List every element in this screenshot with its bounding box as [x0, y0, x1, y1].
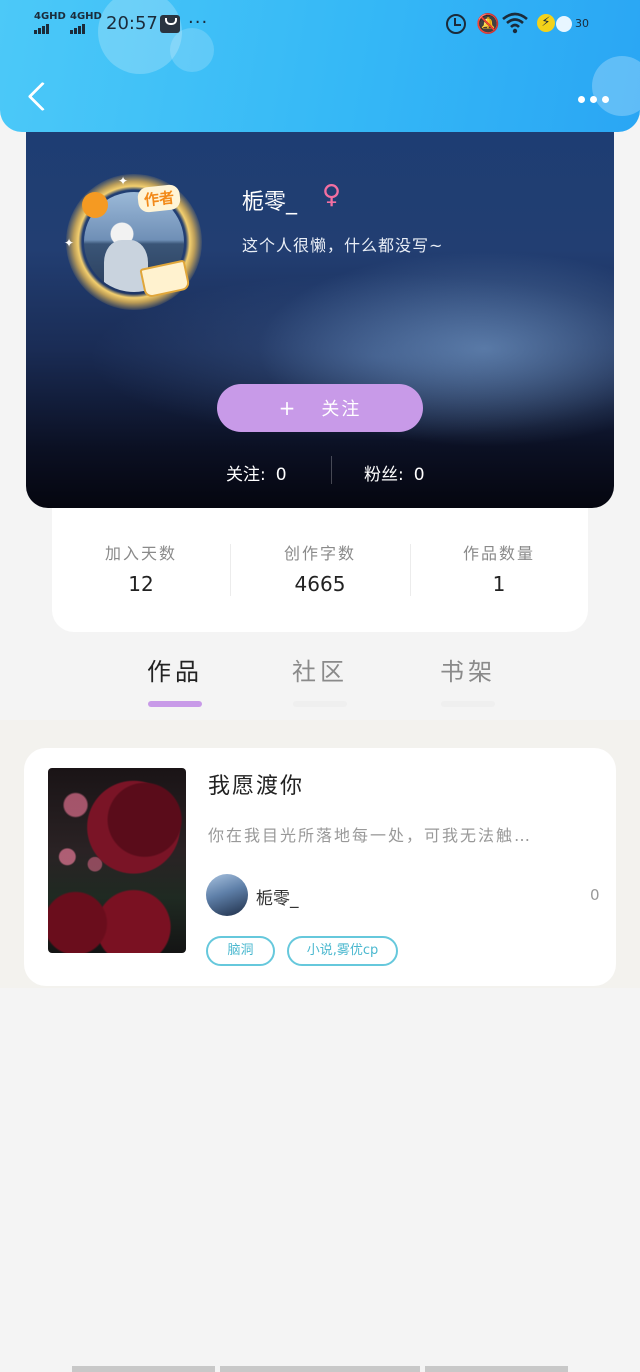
stat-value: 12 — [128, 572, 154, 596]
tab-bar: 作品 社区 书架 — [0, 640, 640, 720]
view-count: 0 — [590, 886, 600, 904]
stat-label: 加入天数 — [104, 544, 177, 563]
signal-indicator: 4GHD — [70, 12, 102, 34]
divider — [331, 456, 332, 484]
tab-community[interactable]: 社区 — [280, 652, 360, 707]
plus-icon: + — [278, 396, 298, 420]
username: 栀零_ — [242, 190, 298, 215]
stat-value: 1 — [492, 572, 506, 596]
tab-label: 社区 — [292, 658, 348, 686]
more-dot-icon — [578, 96, 585, 103]
nav-indicator[interactable] — [425, 1366, 568, 1372]
tab-indicator — [148, 701, 202, 707]
stat-join-days: 加入天数 12 — [52, 540, 230, 596]
top-header: 4GHD 4GHD 20:57 ··· 🔕 ⚡ 30 — [0, 0, 640, 132]
status-time: 20:57 — [106, 13, 158, 34]
badge-decoration — [82, 192, 108, 218]
following-count[interactable]: 关注: 0 — [226, 460, 287, 485]
tab-indicator — [441, 701, 495, 707]
battery-icon — [556, 16, 572, 32]
sparkle-icon: ✦ — [64, 236, 75, 250]
more-dot-icon — [590, 96, 597, 103]
tab-label: 书架 — [440, 658, 496, 686]
status-bar: 4GHD 4GHD 20:57 ··· 🔕 ⚡ 30 — [0, 0, 640, 50]
followers-label: 粉丝: — [364, 465, 404, 485]
stat-label: 创作字数 — [283, 544, 356, 563]
status-more: ··· — [188, 12, 209, 33]
stat-label: 作品数量 — [462, 544, 535, 563]
follow-label: 关注 — [321, 399, 362, 420]
back-button[interactable] — [20, 80, 56, 116]
bell-off-icon: 🔕 — [476, 13, 500, 35]
tag[interactable]: 脑洞 — [206, 936, 275, 966]
gender-female-icon: ♀ — [322, 180, 342, 210]
bottom-nav-bar — [0, 1366, 640, 1372]
author-avatar[interactable] — [206, 874, 248, 916]
nav-indicator[interactable] — [220, 1366, 420, 1372]
tag[interactable]: 小说,雾优cp — [287, 936, 398, 966]
signal-label: 4GHD — [34, 11, 66, 22]
tab-label: 作品 — [147, 658, 203, 686]
author-badge: 作者 — [136, 183, 182, 214]
stats-card: 加入天数 12 创作字数 4665 作品数量 1 — [52, 508, 588, 632]
signal-label: 4GHD — [70, 11, 102, 22]
more-dot-icon — [602, 96, 609, 103]
book-title[interactable]: 我愿渡你 — [208, 768, 304, 800]
stat-word-count: 创作字数 4665 — [231, 540, 409, 596]
wifi-icon — [502, 12, 528, 34]
nav-indicator[interactable] — [72, 1366, 215, 1372]
followers-count[interactable]: 粉丝: 0 — [364, 460, 425, 485]
follow-counts: 关注: 0 粉丝: 0 — [26, 456, 614, 486]
tab-works[interactable]: 作品 — [135, 652, 215, 707]
signal-indicator: 4GHD — [34, 12, 66, 34]
shopping-bag-icon — [160, 15, 180, 33]
profile-card: 作者 ✦ ✦ 栀零_ ♀ 这个人很懒，什么都没写~ + 关注 关注: 0 粉丝: 0 — [26, 110, 614, 508]
signal-bars-icon — [34, 24, 66, 34]
book-cover-image[interactable] — [48, 768, 186, 953]
stat-value: 4665 — [294, 572, 346, 596]
more-options-button[interactable] — [574, 86, 614, 110]
charging-icon: ⚡ — [537, 14, 555, 32]
following-label: 关注: — [226, 465, 266, 485]
tab-indicator — [293, 701, 347, 707]
followers-value: 0 — [413, 465, 425, 485]
tab-bookshelf[interactable]: 书架 — [428, 652, 508, 707]
follow-button[interactable]: + 关注 — [217, 384, 423, 432]
following-value: 0 — [275, 465, 287, 485]
alarm-icon — [446, 14, 466, 34]
book-description: 你在我目光所落地每一处，可我无法触… — [208, 826, 533, 845]
signal-bars-icon — [70, 24, 102, 34]
stat-works-count: 作品数量 1 — [410, 540, 588, 596]
author-name[interactable]: 栀零_ — [256, 884, 299, 909]
sparkle-icon: ✦ — [118, 174, 129, 188]
work-card[interactable]: 我愿渡你 你在我目光所落地每一处，可我无法触… 栀零_ 0 脑洞 小说,雾优cp — [24, 748, 616, 986]
battery-level: 30 — [575, 17, 589, 30]
user-bio: 这个人很懒，什么都没写~ — [242, 236, 444, 255]
